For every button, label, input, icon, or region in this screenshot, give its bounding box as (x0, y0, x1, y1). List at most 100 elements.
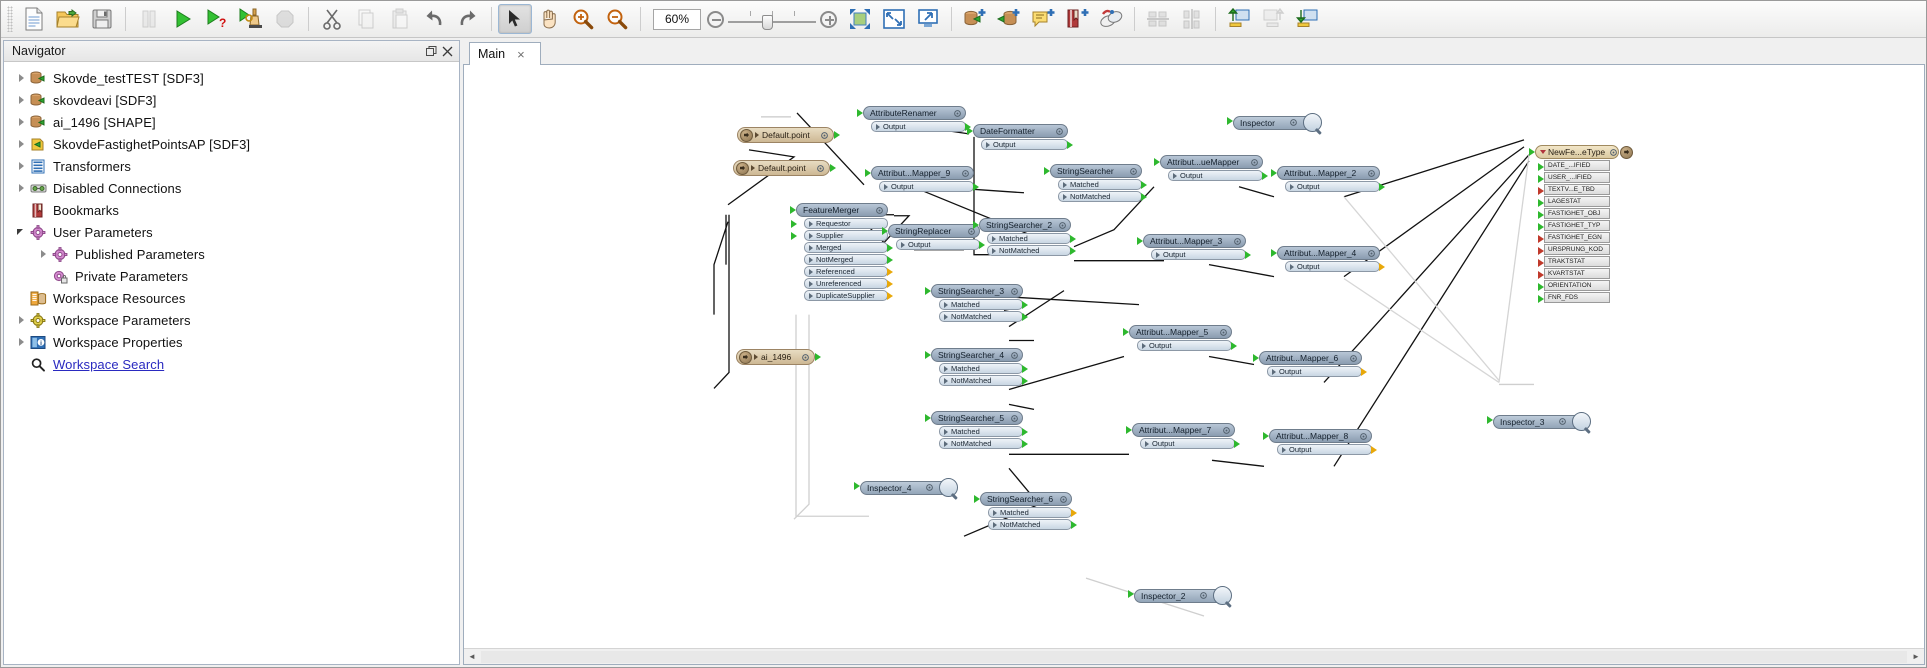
move-middle-button[interactable] (1256, 4, 1290, 34)
feature-attribute[interactable]: TEXTV...E_TBD (1538, 184, 1610, 195)
transformer-stringsearcher-3[interactable]: StringSearcher_3 Matched NotMatched (925, 284, 1028, 322)
stop-button[interactable] (268, 4, 302, 34)
zoom-out-button[interactable] (600, 4, 634, 34)
new-file-button[interactable] (17, 4, 51, 34)
transformer-header[interactable]: Attribut...Mapper_8 (1269, 429, 1372, 443)
scroll-right-arrow[interactable]: ► (1908, 649, 1924, 664)
transformer-header[interactable]: DateFormatter (973, 124, 1068, 138)
transformer-header[interactable]: Attribut...Mapper_6 (1259, 351, 1362, 365)
port-unreferenced[interactable]: Unreferenced (804, 278, 893, 289)
transformer-featuremerger[interactable]: FeatureMerger Requestor Supplier Merged NotM… (790, 203, 893, 301)
inspector-header[interactable]: Inspector_2 (1134, 588, 1226, 603)
open-file-button[interactable] (51, 4, 85, 34)
align-vertical-button[interactable] (1175, 4, 1209, 34)
run-button[interactable] (166, 4, 200, 34)
zoom-increase-button[interactable] (820, 10, 837, 28)
transformer-stringsearcher-5[interactable]: StringSearcher_5 Matched NotMatched (925, 411, 1028, 449)
port-output[interactable]: Output (1285, 181, 1385, 192)
feature-type-new-feature-type[interactable]: NewFe...eType DATE_...IFIED USER_...IFIED T… (1529, 145, 1634, 303)
port-output[interactable]: Output (1277, 444, 1377, 455)
transformer-dateformatter[interactable]: DateFormatter Output (967, 124, 1073, 150)
port-notmatched[interactable]: NotMatched (939, 438, 1028, 449)
port-matched[interactable]: Matched (939, 426, 1028, 437)
navigator-item-workspace-parameters[interactable]: Workspace Parameters (5, 309, 458, 331)
transformer-header[interactable]: Attribut...Mapper_5 (1129, 325, 1232, 339)
feature-type-header[interactable]: NewFe...eType (1535, 145, 1634, 159)
transformer-stringsearcher[interactable]: StringSearcher Matched NotMatched (1044, 164, 1147, 202)
port-notmatched[interactable]: NotMatched (988, 519, 1077, 530)
navigator-item-skovdeavi-sdf3[interactable]: skovdeavi [SDF3] (5, 89, 458, 111)
undo-button[interactable] (417, 4, 451, 34)
zoom-actual-size-button[interactable] (911, 4, 945, 34)
port-requestor[interactable]: Requestor (791, 218, 888, 229)
transformer-attribute-mapper-7[interactable]: Attribut...Mapper_7 Output (1126, 423, 1240, 449)
transformer-inspector[interactable]: Inspector (1227, 113, 1322, 132)
transformer-header[interactable]: Attribut...Mapper_4 (1277, 246, 1380, 260)
transformer-stringreplacer[interactable]: StringReplacer Output (882, 224, 985, 250)
transformer-header[interactable]: FeatureMerger (796, 203, 888, 217)
transformer-stringsearcher-4[interactable]: StringSearcher_4 Matched NotMatched (925, 348, 1028, 386)
feature-attribute[interactable]: URSPRUNG_KOD (1538, 244, 1610, 255)
add-bookmark-button[interactable] (1060, 4, 1094, 34)
navigator-tree[interactable]: Skovde_testTEST [SDF3] skovdeavi [SDF3] ai… (5, 63, 458, 663)
transformer-attribute-valuemapper[interactable]: Attribut...ueMapper Output (1154, 155, 1268, 181)
feature-attribute[interactable]: KVARTSTAT (1538, 268, 1610, 279)
zoom-decrease-button[interactable] (707, 10, 724, 28)
zoom-fit-all-button[interactable] (877, 4, 911, 34)
run-inspect-button[interactable] (234, 4, 268, 34)
feature-attribute[interactable]: LAGESTAT (1538, 196, 1610, 207)
transformer-header[interactable]: StringSearcher (1050, 164, 1142, 178)
move-down-button[interactable] (1290, 4, 1324, 34)
move-up-button[interactable] (1222, 4, 1256, 34)
close-icon[interactable] (439, 43, 455, 59)
add-reader-button[interactable] (958, 4, 992, 34)
port-referenced[interactable]: Referenced (804, 266, 893, 277)
zoom-in-button[interactable] (566, 4, 600, 34)
navigator-item-bookmarks[interactable]: Bookmarks (5, 199, 458, 221)
navigator-item-ai-1496-shape[interactable]: ai_1496 [SHAPE] (5, 111, 458, 133)
feature-attribute[interactable]: FASTIGHET_OBJ (1538, 208, 1610, 219)
transformer-attribute-mapper-8[interactable]: Attribut...Mapper_8 Output (1263, 429, 1377, 455)
transformer-header[interactable]: StringSearcher_6 (980, 492, 1072, 506)
chevron-right-icon[interactable] (15, 71, 29, 85)
port-output[interactable]: Output (1285, 261, 1385, 272)
transformer-header[interactable]: AttributeRenamer (863, 106, 966, 120)
chevron-right-icon[interactable] (15, 137, 29, 151)
transformer-stringsearcher-2[interactable]: StringSearcher_2 Matched NotMatched (973, 218, 1076, 256)
port-output[interactable]: Output (1151, 249, 1251, 260)
align-horizontal-button[interactable] (1141, 4, 1175, 34)
feature-attribute[interactable]: FASTIGHET_EGN (1538, 232, 1610, 243)
chevron-right-icon[interactable] (15, 159, 29, 173)
port-output[interactable]: Output (1140, 438, 1240, 449)
transformer-stringsearcher-6[interactable]: StringSearcher_6 Matched NotMatched (974, 492, 1077, 530)
transformer-header[interactable]: Attribut...Mapper_3 (1143, 234, 1246, 248)
port-output[interactable]: Output (879, 181, 979, 192)
navigator-item-workspace-resources[interactable]: Workspace Resources (5, 287, 458, 309)
port-output[interactable]: Output (981, 139, 1073, 150)
navigator-item-skovde-testtest-sdf3[interactable]: Skovde_testTEST [SDF3] (5, 67, 458, 89)
chevron-down-icon[interactable] (15, 225, 29, 239)
port-notmatched[interactable]: NotMatched (939, 311, 1028, 322)
transformer-attributerenamer[interactable]: AttributeRenamer Output (857, 106, 971, 132)
transformer-header[interactable]: StringReplacer (888, 224, 980, 238)
feature-attribute[interactable]: FNR_FDS (1538, 292, 1610, 303)
copy-button[interactable] (349, 4, 383, 34)
pan-tool-button[interactable] (532, 4, 566, 34)
chevron-right-icon[interactable] (15, 313, 29, 327)
chevron-right-icon[interactable] (37, 247, 51, 261)
navigator-item-published-parameters[interactable]: Published Parameters (5, 243, 458, 265)
port-notmatched[interactable]: NotMatched (939, 375, 1028, 386)
transformer-inspector-2[interactable]: Inspector_2 (1128, 586, 1233, 605)
chevron-right-icon[interactable] (15, 93, 29, 107)
navigator-item-disabled-connections[interactable]: Disabled Connections (5, 177, 458, 199)
paste-button[interactable] (383, 4, 417, 34)
port-output[interactable]: Output (1267, 366, 1367, 377)
port-output[interactable]: Output (1137, 340, 1237, 351)
inspector-header[interactable]: Inspector_4 (860, 480, 952, 495)
transformer-header[interactable]: StringSearcher_5 (931, 411, 1023, 425)
feature-attribute[interactable]: FASTIGHET_TYP (1538, 220, 1610, 231)
redo-button[interactable] (451, 4, 485, 34)
port-notmatched[interactable]: NotMatched (987, 245, 1076, 256)
scroll-left-arrow[interactable]: ◄ (464, 649, 480, 664)
transformer-inspector-3[interactable]: Inspector_3 (1487, 412, 1592, 431)
